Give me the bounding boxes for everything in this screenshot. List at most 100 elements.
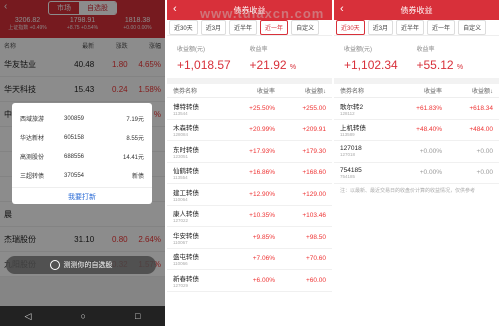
bond-rate: +12.90% xyxy=(249,190,275,198)
bond-code: 113544 xyxy=(173,110,188,116)
tab-period[interactable]: 自定义 xyxy=(291,20,320,35)
bond-code: 123051 xyxy=(173,153,189,159)
ipo-code: 688556 xyxy=(64,153,85,160)
bond-rate: +16.86% xyxy=(249,169,275,177)
tab-period[interactable]: 近3月 xyxy=(367,20,394,35)
bond-name-cell: 康人转债 127022 xyxy=(173,208,224,223)
tab-period[interactable]: 自定义 xyxy=(458,20,487,35)
amount-value: +1,102.34 xyxy=(344,58,398,72)
bond-row[interactable]: 127018 127018 +0.00% +0.00 xyxy=(334,141,499,163)
tab-period[interactable]: 近30天 xyxy=(336,20,365,35)
period-tabs: 近30天 近3月 近半年 近一年 自定义 xyxy=(167,20,332,36)
tab-period[interactable]: 近30天 xyxy=(169,20,198,35)
bond-code: 110067 xyxy=(173,239,188,245)
ipo-price: 新债 xyxy=(131,174,144,180)
ipo-row: 三超转债 370554 新债 xyxy=(12,166,152,185)
tab-period[interactable]: 近半年 xyxy=(396,20,425,35)
col-rate[interactable]: 收益率 xyxy=(224,86,275,95)
bond-name-cell: 新春转债 127029 xyxy=(173,273,224,288)
rate-value: +55.12 % xyxy=(417,58,490,72)
bond-code: 113589 xyxy=(340,132,355,138)
ipo-price: 7.19元 xyxy=(126,117,144,123)
ipo-name: 高测股份 xyxy=(20,155,45,161)
bond-name: 仙鹤转债 xyxy=(173,168,199,176)
bond-rate: +20.99% xyxy=(249,126,275,134)
bond-row[interactable]: 建工转债 110064 +12.90% +129.00 xyxy=(167,184,332,206)
back-arrow-icon[interactable]: ‹ xyxy=(340,3,344,15)
tab-period[interactable]: 近半年 xyxy=(229,20,258,35)
bond-code: 754185 xyxy=(340,173,356,179)
bond-amount: +209.91 xyxy=(302,126,326,134)
test-watchlist-label: 测测你的自选股 xyxy=(63,262,113,269)
bond-code: 113554 xyxy=(173,175,188,181)
bond-amount: +179.30 xyxy=(302,147,326,155)
bond-code: 127029 xyxy=(173,282,189,288)
nav-home-icon[interactable]: ○ xyxy=(81,311,86,321)
period-tabs: 近30天 近3月 近半年 近一年 自定义 xyxy=(334,20,499,36)
bond-name-cell: 东时转债 123051 xyxy=(173,144,224,159)
bond-income-header: ‹ 债券收益 xyxy=(167,0,332,20)
bond-amount: +0.00 xyxy=(476,169,493,177)
bond-name-cell: 上机转债 113589 xyxy=(340,122,391,137)
bond-row[interactable]: 东时转债 123051 +17.93% +179.30 xyxy=(167,141,332,163)
col-rate[interactable]: 收益率 xyxy=(391,86,442,95)
bond-rate: +17.93% xyxy=(249,147,275,155)
rate-number: +21.92 xyxy=(249,58,287,72)
bond-income-panel-year: ‹ 债券收益 近30天 近3月 近半年 近一年 自定义 收益额(元) +1,018.57 … xyxy=(167,0,332,326)
bond-amount: +484.00 xyxy=(469,126,493,134)
bond-code: 128084 xyxy=(173,132,189,138)
tab-period[interactable]: 近一年 xyxy=(427,20,456,35)
rate-number: +55.12 xyxy=(416,58,454,72)
bond-name: 木森转债 xyxy=(173,125,199,133)
income-summary: 收益额(元) +1,102.34 收益率 +55.12 % xyxy=(334,36,499,84)
stock-watchlist-panel: ‹ 市场 自选股 3206.82 上证指数 +0.49% 1798.91 +8.75… xyxy=(0,0,165,326)
ipo-name: 西域旅游 xyxy=(20,117,45,123)
bond-row[interactable]: 华安转债 110067 +9.85% +98.50 xyxy=(167,227,332,249)
tab-period[interactable]: 近3月 xyxy=(200,20,227,35)
bond-row[interactable]: 新春转债 127029 +6.00% +60.00 xyxy=(167,270,332,292)
bond-row[interactable]: 歌尔转2 128112 +61.83% +618.34 xyxy=(334,98,499,120)
nav-back-icon[interactable]: ◁ xyxy=(25,311,32,322)
bond-income-panel-30d: ‹ 债券收益 近30天 近3月 近半年 近一年 自定义 收益额(元) +1,102.34 … xyxy=(334,0,499,326)
bond-row[interactable]: 754185 754185 +0.00% +0.00 xyxy=(334,163,499,184)
ipo-code: 605158 xyxy=(64,134,85,141)
col-bond-name[interactable]: 债券名称 xyxy=(173,86,224,95)
col-amount[interactable]: 收益额↓ xyxy=(275,86,326,95)
bond-row[interactable]: 上机转债 113589 +48.40% +484.00 xyxy=(334,120,499,141)
ipo-row: 华达新材 605158 8.55元 xyxy=(12,128,152,147)
bond-table-rows: 歌尔转2 128112 +61.83% +618.34 上机转债 113589 +48.40… xyxy=(334,98,499,184)
bond-name-cell: 华安转债 110067 xyxy=(173,230,224,245)
test-watchlist-button[interactable]: 测测你的自选股 xyxy=(6,256,156,274)
amount-value: +1,018.57 xyxy=(177,58,231,72)
bond-amount: +618.34 xyxy=(469,104,493,112)
bond-name: 127018 xyxy=(340,145,362,153)
bond-row[interactable]: 木森转债 128084 +20.99% +209.91 xyxy=(167,120,332,141)
bond-amount: +129.00 xyxy=(302,190,326,198)
tab-period[interactable]: 近一年 xyxy=(260,20,289,35)
back-arrow-icon[interactable]: ‹ xyxy=(173,3,177,15)
rate-label: 收益率 xyxy=(416,47,435,53)
bond-amount: +0.00 xyxy=(476,147,493,155)
col-amount[interactable]: 收益额↓ xyxy=(442,86,493,95)
col-bond-name[interactable]: 债券名称 xyxy=(340,86,391,95)
bond-row[interactable]: 盛屯转债 110066 +7.06% +70.60 xyxy=(167,249,332,270)
bond-amount: +168.60 xyxy=(302,169,326,177)
page-title: 债券收益 xyxy=(233,5,266,15)
bond-table-rows: 博特转债 113544 +25.50% +255.00 木森转债 128084 +20.99… xyxy=(167,98,332,292)
bond-name-cell: 建工转债 110064 xyxy=(173,187,224,202)
bond-row[interactable]: 仙鹤转债 113554 +16.86% +168.60 xyxy=(167,163,332,184)
bond-name-cell: 仙鹤转债 113554 xyxy=(173,165,224,180)
bond-row[interactable]: 博特转债 113544 +25.50% +255.00 xyxy=(167,98,332,120)
ipo-code: 370554 xyxy=(64,172,85,179)
disclaimer-note: 注：以最新、最近交易日的收盘价计算的收益情况，仅供参考 xyxy=(340,188,476,194)
bond-name: 新春转债 xyxy=(173,275,199,283)
bond-rate: +7.06% xyxy=(252,255,275,263)
nav-recent-icon[interactable]: □ xyxy=(135,311,140,321)
rate-label: 收益率 xyxy=(249,47,268,53)
bond-amount: +70.60 xyxy=(305,255,326,263)
bond-name-cell: 博特转债 113544 xyxy=(173,101,224,116)
bond-name-cell: 754185 754185 xyxy=(340,167,391,179)
subscribe-ipo-button[interactable]: 我要打新 xyxy=(12,187,152,208)
bond-rate: +9.85% xyxy=(252,233,275,241)
bond-row[interactable]: 康人转债 127022 +10.35% +103.46 xyxy=(167,206,332,227)
